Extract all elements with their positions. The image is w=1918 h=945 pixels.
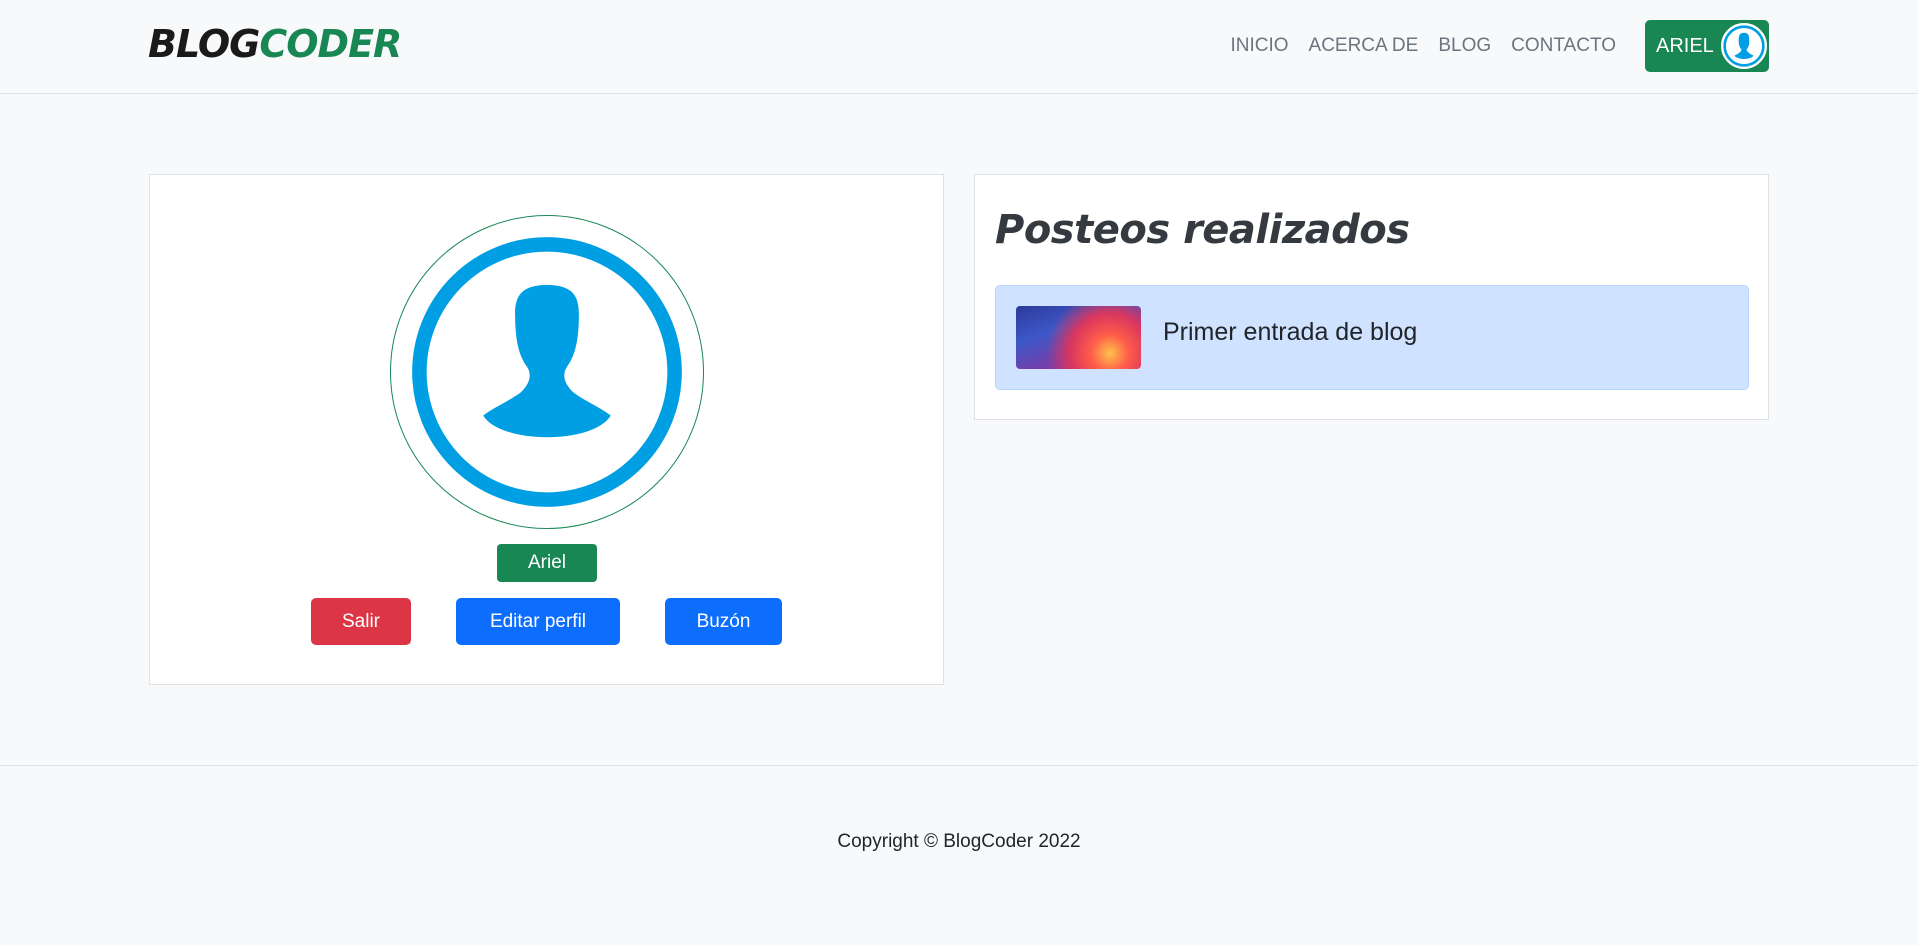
user-avatar-icon xyxy=(412,237,682,507)
posts-card: Posteos realizados Primer entrada de blo… xyxy=(974,174,1769,420)
nav-link-contacto[interactable]: CONTACTO xyxy=(1511,33,1616,59)
profile-name-badge: Ariel xyxy=(497,544,597,582)
profile-avatar xyxy=(390,215,704,529)
posts-title: Posteos realizados xyxy=(995,207,1410,253)
user-menu-button[interactable]: ARIEL xyxy=(1645,20,1769,72)
inbox-button[interactable]: Buzón xyxy=(665,598,782,645)
nav-links: INICIO ACERCA DE BLOG CONTACTO xyxy=(1230,33,1616,59)
logout-button[interactable]: Salir xyxy=(311,598,411,645)
list-item[interactable]: Primer entrada de blog xyxy=(995,285,1749,390)
footer: Copyright © BlogCoder 2022 xyxy=(0,765,1918,945)
nav-link-acerca-de[interactable]: ACERCA DE xyxy=(1309,33,1419,59)
nav-link-blog[interactable]: BLOG xyxy=(1438,33,1491,59)
post-title: Primer entrada de blog xyxy=(1163,318,1418,346)
post-thumbnail xyxy=(1016,306,1141,369)
navbar: BLOGCODER INICIO ACERCA DE BLOG CONTACTO… xyxy=(0,0,1918,94)
user-menu-label: ARIEL xyxy=(1656,34,1714,57)
copyright-text: Copyright © BlogCoder 2022 xyxy=(837,831,1081,852)
user-avatar-icon xyxy=(1719,21,1769,71)
edit-profile-button[interactable]: Editar perfil xyxy=(456,598,620,645)
brand-logo[interactable]: BLOGCODER xyxy=(148,22,402,66)
nav-link-inicio[interactable]: INICIO xyxy=(1230,33,1288,59)
profile-card: Ariel Salir Editar perfil Buzón xyxy=(149,174,944,685)
